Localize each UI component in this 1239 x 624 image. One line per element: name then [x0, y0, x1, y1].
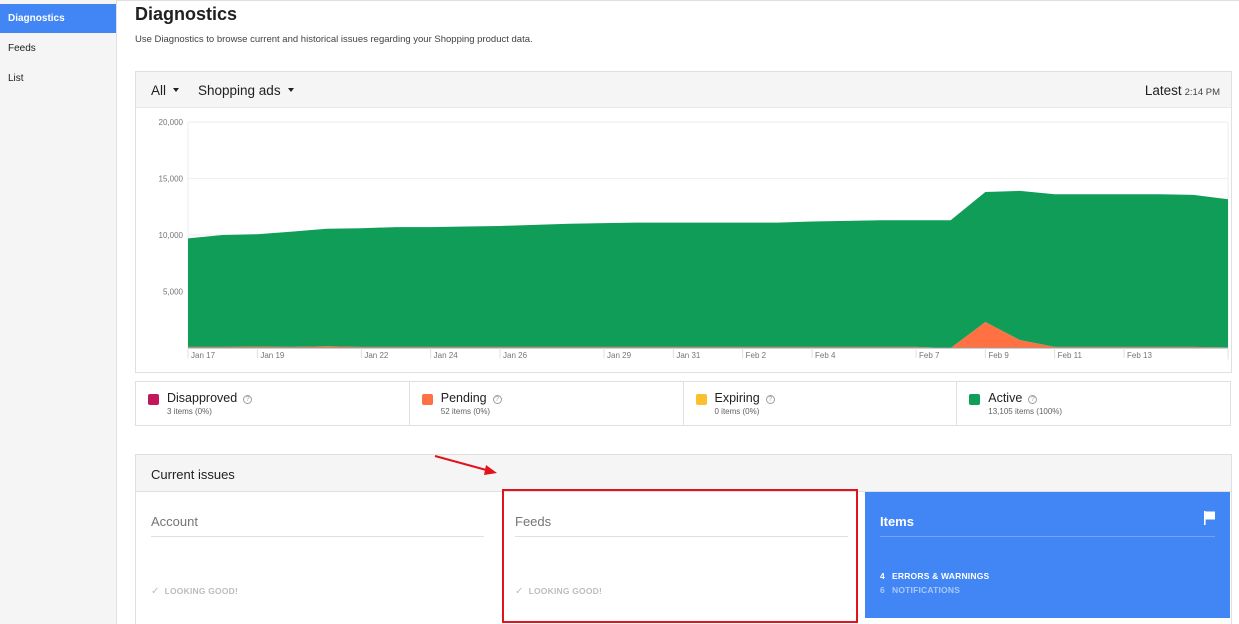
- sidebar: Diagnostics Feeds List: [0, 0, 117, 624]
- x-tick-label: Feb 2: [746, 351, 767, 360]
- items-panel-title: Items: [880, 514, 914, 529]
- legend-item-expiring[interactable]: Expiring? 0 items (0%): [684, 382, 958, 425]
- legend-count: 52 items (0%): [440, 407, 491, 416]
- legend-swatch: [695, 394, 707, 405]
- legend-label: Expiring: [714, 391, 760, 405]
- help-icon[interactable]: ?: [1028, 395, 1038, 404]
- channel-dropdown[interactable]: Shopping ads: [198, 83, 294, 98]
- y-tick-label: 20,000: [159, 118, 184, 127]
- help-icon[interactable]: ?: [492, 395, 502, 404]
- errors-count: 4: [880, 571, 885, 581]
- channel-dropdown-label: Shopping ads: [198, 83, 281, 98]
- x-tick-label: Feb 11: [1058, 351, 1083, 360]
- y-tick-label: 5,000: [163, 288, 184, 297]
- page-description: Use Diagnostics to browse current and hi…: [135, 34, 533, 45]
- x-tick-label: Feb 9: [988, 351, 1009, 360]
- legend-swatch: [148, 394, 159, 405]
- x-tick-label: Jan 22: [364, 351, 389, 360]
- y-tick-label: 10,000: [159, 231, 184, 240]
- feeds-highlight-box: [502, 489, 858, 623]
- sidebar-item-feeds[interactable]: Feeds: [0, 34, 116, 63]
- latest-time: 2:14 PM: [1184, 87, 1220, 98]
- annotation-arrow-icon: [434, 455, 497, 475]
- x-tick-label: Jan 24: [434, 351, 459, 360]
- errors-warnings-link[interactable]: 4 ERRORS & WARNINGS: [880, 571, 989, 581]
- legend-swatch: [969, 394, 981, 405]
- legend-item-disapproved[interactable]: Disapproved? 3 items (0%): [136, 382, 410, 425]
- notifications-link[interactable]: 6 NOTIFICATIONS: [880, 585, 960, 595]
- legend-label: Active: [988, 391, 1023, 405]
- account-status-text: LOOKING GOOD!: [164, 586, 239, 596]
- top-divider: [117, 0, 1239, 1]
- flag-icon[interactable]: [1204, 511, 1216, 525]
- legend-count: 3 items (0%): [167, 407, 212, 416]
- caret-down-icon: [173, 88, 180, 92]
- x-tick-label: Feb 4: [815, 351, 836, 360]
- legend-count: 0 items (0%): [714, 407, 760, 416]
- status-area-chart: 20,000 15,000 10,000 5,000 Jan 17 Jan 19 Jan 2…: [159, 118, 1229, 360]
- y-tick-label: 15,000: [159, 175, 184, 184]
- legend-item-active[interactable]: Active? 13,105 items (100%): [957, 382, 1230, 425]
- account-panel-title: Account: [151, 514, 198, 529]
- sidebar-item-list[interactable]: List: [0, 64, 116, 93]
- current-issues-header: Current issues: [136, 455, 1231, 492]
- items-issues-panel[interactable]: Items 4 ERRORS & WARNINGS 6 NOTIFICATIONS: [865, 492, 1230, 618]
- filter-dropdown-label: All: [151, 83, 167, 98]
- chart-toolbar: All Shopping ads Latest 2:14 PM: [136, 72, 1231, 108]
- account-status: ✓ LOOKING GOOD!: [151, 586, 238, 597]
- notifications-label: NOTIFICATIONS: [892, 585, 961, 595]
- account-issues-panel[interactable]: Account ✓ LOOKING GOOD!: [136, 492, 499, 620]
- sidebar-item-diagnostics[interactable]: Diagnostics: [0, 4, 116, 33]
- help-icon[interactable]: ?: [765, 395, 775, 404]
- x-tick-label: Jan 29: [607, 351, 632, 360]
- divider: [151, 536, 484, 537]
- legend-label: Disapproved: [167, 391, 238, 405]
- area-active: [188, 190, 1228, 348]
- chart-legend: Disapproved? 3 items (0%) Pending? 52 it…: [135, 381, 1231, 426]
- x-tick-label: Jan 17: [191, 351, 216, 360]
- x-tick-label: Feb 13: [1127, 351, 1152, 360]
- help-icon[interactable]: ?: [243, 395, 253, 404]
- caret-down-icon: [287, 88, 294, 92]
- notifications-count: 6: [880, 585, 885, 595]
- latest-timestamp: Latest 2:14 PM: [1145, 83, 1220, 98]
- errors-label: ERRORS & WARNINGS: [892, 571, 990, 581]
- legend-swatch: [421, 394, 433, 405]
- legend-item-pending[interactable]: Pending? 52 items (0%): [410, 382, 684, 425]
- x-tick-label: Jan 19: [260, 351, 285, 360]
- chart-card: All Shopping ads Latest 2:14 PM 20,000 15,…: [135, 71, 1232, 373]
- page-title: Diagnostics: [135, 4, 238, 24]
- legend-label: Pending: [440, 391, 487, 405]
- divider: [880, 536, 1215, 537]
- check-icon: ✓: [151, 586, 160, 597]
- legend-count: 13,105 items (100%): [988, 407, 1063, 416]
- latest-label: Latest: [1144, 83, 1182, 98]
- x-tick-label: Jan 31: [676, 351, 701, 360]
- x-tick-label: Jan 26: [503, 351, 528, 360]
- filter-dropdown[interactable]: All: [151, 83, 180, 98]
- current-issues-title: Current issues: [151, 467, 235, 482]
- x-tick-label: Feb 7: [919, 351, 940, 360]
